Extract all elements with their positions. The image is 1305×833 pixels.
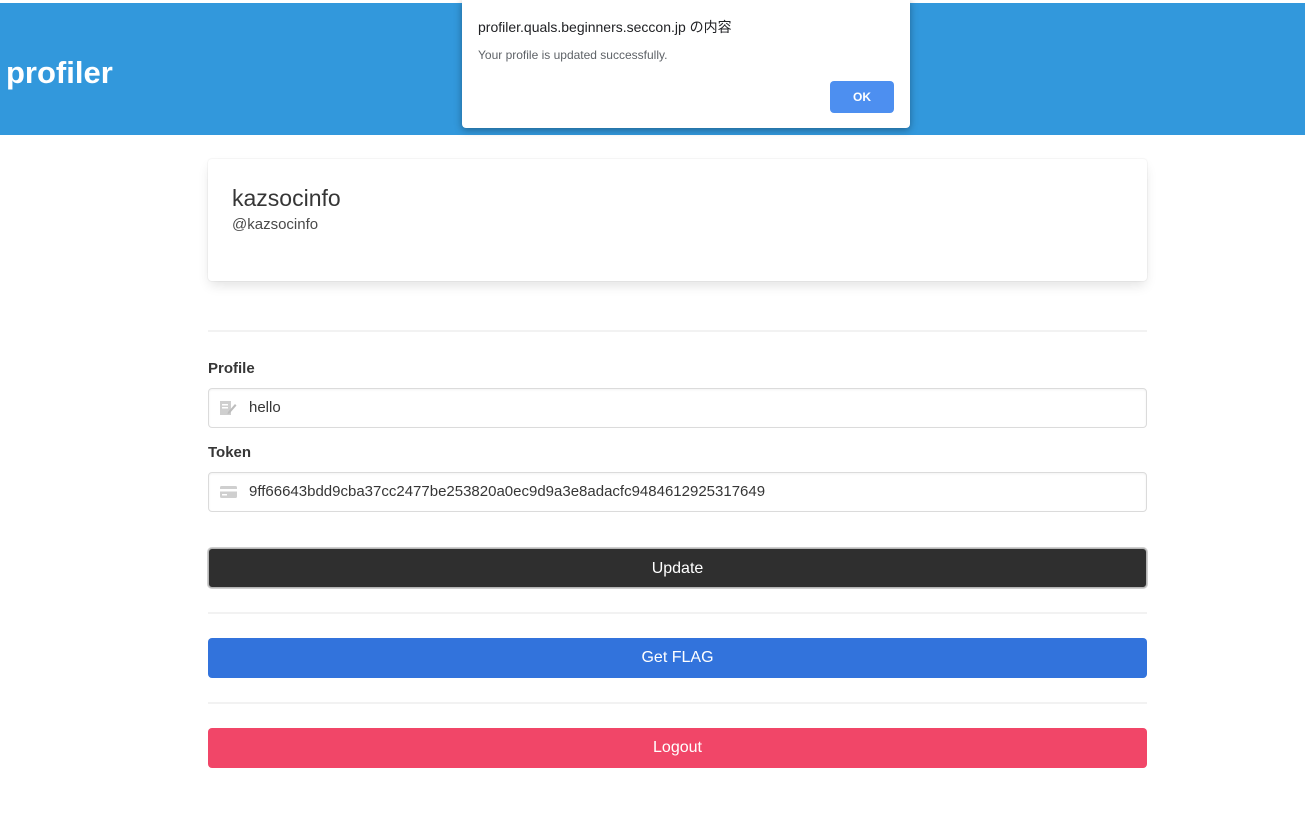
token-label: Token (208, 444, 252, 461)
profile-card: kazsocinfo @kazsocinfo (208, 159, 1147, 281)
profile-input[interactable] (249, 389, 1129, 427)
profile-label: Profile (208, 360, 255, 377)
token-input[interactable] (249, 473, 1129, 511)
card-icon (219, 484, 237, 500)
get-flag-button[interactable]: Get FLAG (208, 638, 1147, 678)
edit-icon (219, 400, 237, 416)
divider (208, 612, 1147, 614)
app-title: profiler (6, 55, 113, 90)
token-field[interactable] (208, 472, 1147, 512)
dialog-message: Your profile is updated successfully. (478, 48, 668, 62)
divider (208, 330, 1147, 332)
profile-handle: @kazsocinfo (232, 216, 319, 233)
update-button[interactable]: Update (208, 548, 1147, 588)
alert-dialog: profiler.quals.beginners.seccon.jp の内容 Y… (462, 0, 910, 128)
logout-button[interactable]: Logout (208, 728, 1147, 768)
ok-button[interactable]: OK (830, 81, 894, 113)
profile-name: kazsocinfo (232, 185, 341, 211)
divider (208, 702, 1147, 704)
profile-field[interactable] (208, 388, 1147, 428)
dialog-title: profiler.quals.beginners.seccon.jp の内容 (478, 19, 732, 35)
